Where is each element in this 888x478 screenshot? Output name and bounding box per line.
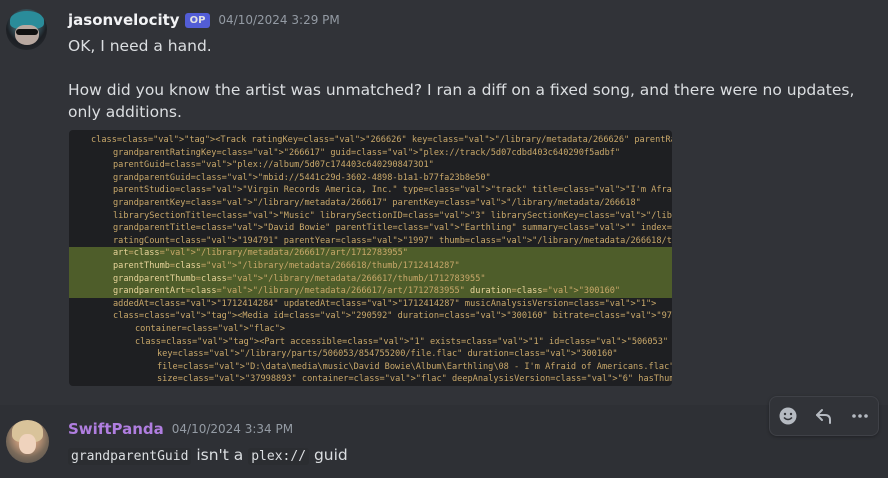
add-reaction-button[interactable] <box>774 402 802 430</box>
code-line: grandparentKey=class="val">"/library/met… <box>69 197 672 210</box>
code-line: grandparentArt=class="val">"/library/met… <box>69 285 672 298</box>
code-line-text: addedAt=class="val">"1712414284" updated… <box>113 298 657 309</box>
reply-button[interactable] <box>810 402 838 430</box>
code-line-text: ratingCount=class="val">"194791" parentY… <box>113 235 672 246</box>
message-content: OK, I need a hand. How did you know the … <box>68 35 868 123</box>
code-line-text: art=class="val">"/library/metadata/26661… <box>113 248 408 259</box>
add-reaction-icon <box>779 407 797 425</box>
avatar[interactable] <box>6 9 47 50</box>
code-line: class=class="val">"tag"><Part accessible… <box>69 336 672 349</box>
code-line: key=class="val">"/library/parts/506053/8… <box>69 348 672 361</box>
code-line: grandparentThumb=class="val">"/library/m… <box>69 272 672 286</box>
timestamp[interactable]: 04/10/2024 3:34 PM <box>172 422 293 436</box>
code-line-text: class=class="val">"tag"><Track ratingKey… <box>91 135 672 145</box>
code-line-text: key=class="val">"/library/parts/506053/8… <box>157 349 618 360</box>
code-line: file=class="val">"D:\data\media\music\Da… <box>69 361 672 374</box>
op-badge: OP <box>184 12 211 28</box>
message-text: guid <box>309 446 348 464</box>
code-line-text: parentThumb=class="val">"/library/metada… <box>113 261 460 271</box>
code-line: class=class="val">"tag"><Track ratingKey… <box>69 134 672 147</box>
code-line: class=class="val">"tag"><Media id=class=… <box>69 310 672 323</box>
message-line: How did you know the artist was unmatche… <box>68 81 855 121</box>
code-line-text: class=class="val">"tag"><Media id=class=… <box>113 311 672 322</box>
message-actions-toolbar <box>769 396 879 436</box>
code-line: addedAt=class="val">"1712414284" updated… <box>69 298 672 311</box>
message-text: isn't a <box>191 446 249 464</box>
message-header: jasonvelocity OP 04/10/2024 3:29 PM <box>68 10 340 30</box>
reply-icon <box>816 409 831 424</box>
message-content: grandparentGuid isn't a plex:// guid <box>68 444 348 468</box>
code-line: parentGuid=class="val">"plex://album/5d0… <box>69 159 672 172</box>
timestamp[interactable]: 04/10/2024 3:29 PM <box>218 13 339 27</box>
code-line: grandparentGuid=class="val">"mbid://5441… <box>69 172 672 185</box>
code-line: parentThumb=class="val">"/library/metada… <box>69 260 672 273</box>
code-line-text: file=class="val">"D:\data\media\music\Da… <box>157 361 672 372</box>
username[interactable]: jasonvelocity <box>68 11 180 29</box>
message-header: SwiftPanda 04/10/2024 3:34 PM <box>68 419 293 439</box>
code-line: grandparentTitle=class="val">"David Bowi… <box>69 222 672 235</box>
message-swiftpanda: SwiftPanda 04/10/2024 3:34 PM grandparen… <box>0 405 888 478</box>
message-line: OK, I need a hand. <box>68 37 212 55</box>
code-screenshot-attachment[interactable]: class=class="val">"tag"><Track ratingKey… <box>69 130 672 386</box>
more-icon <box>852 414 868 418</box>
code-line-text: grandparentGuid=class="val">"mbid://5441… <box>113 172 491 183</box>
message-jasonvelocity: jasonvelocity OP 04/10/2024 3:29 PM OK, … <box>0 0 888 400</box>
code-line-text: grandparentKey=class="val">"/library/met… <box>113 198 641 208</box>
code-line-text: parentStudio=class="val">"Virgin Records… <box>113 185 672 196</box>
code-line: container=class="val">"flac"> <box>69 323 672 336</box>
code-line: ratingCount=class="val">"194791" parentY… <box>69 235 672 248</box>
code-line: librarySectionTitle=class="val">"Music" … <box>69 210 672 223</box>
code-line-text: librarySectionTitle=class="val">"Music" … <box>113 210 672 221</box>
code-line: size=class="val">"37998893" container=cl… <box>69 373 672 386</box>
code-line-text: grandparentTitle=class="val">"David Bowi… <box>113 223 672 234</box>
more-button[interactable] <box>846 402 874 430</box>
code-line-text: grandparentThumb=class="val">"/library/m… <box>113 273 486 284</box>
username[interactable]: SwiftPanda <box>68 420 164 438</box>
code-line-text: container=class="val">"flac"> <box>135 324 286 334</box>
code-line: art=class="val">"/library/metadata/26661… <box>69 247 672 260</box>
code-line: parentStudio=class="val">"Virgin Records… <box>69 184 672 197</box>
code-line-text: size=class="val">"37998893" container=cl… <box>157 374 672 385</box>
code-line: grandparentRatingKey=class="val">"266617… <box>69 147 672 160</box>
inline-code: grandparentGuid <box>68 448 192 465</box>
code-line-text: parentGuid=class="val">"plex://album/5d0… <box>113 160 434 171</box>
code-line-text: class=class="val">"tag"><Part accessible… <box>135 336 669 347</box>
code-line-text: grandparentArt=class="val">"/library/met… <box>113 286 621 297</box>
code-line-text: grandparentRatingKey=class="val">"266617… <box>113 147 621 158</box>
inline-code: plex:// <box>248 448 310 465</box>
avatar[interactable] <box>6 420 49 463</box>
